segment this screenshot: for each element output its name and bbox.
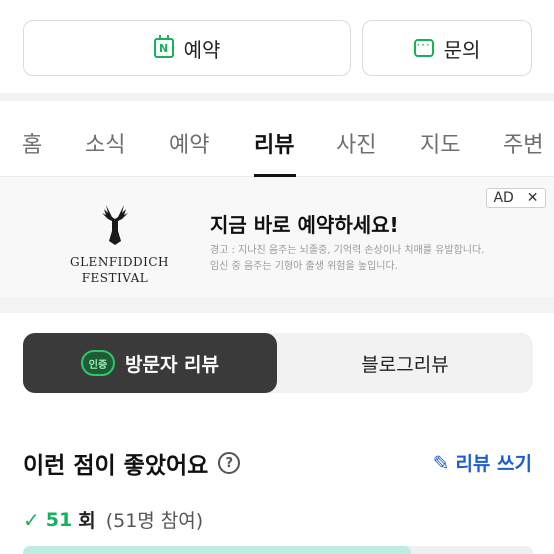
visitor-review-tab[interactable]: 인증 방문자 리뷰 <box>23 333 277 393</box>
tab-home[interactable]: 홈 <box>22 127 42 159</box>
ad-label: AD <box>493 190 514 206</box>
keyword-bar-fill <box>23 546 411 554</box>
naver-calendar-icon: N <box>153 35 174 58</box>
write-review-label: 리뷰 쓰기 <box>455 453 532 475</box>
inquiry-button-label: 문의 <box>443 37 481 62</box>
blog-review-tab[interactable]: 블로그리뷰 <box>277 333 533 393</box>
visitor-review-label: 방문자 리뷰 <box>124 353 219 376</box>
keyword-bar <box>23 546 533 554</box>
ad-close-icon[interactable]: ✕ <box>527 190 539 206</box>
section-title-text: 이런 점이 좋았어요 <box>23 453 209 479</box>
stag-icon <box>102 205 128 245</box>
tab-news[interactable]: 소식 <box>85 127 125 159</box>
section-title: 이런 점이 좋았어요 ? <box>23 446 241 480</box>
vote-count: 51 <box>45 508 73 531</box>
tab-reviews[interactable]: 리뷰 <box>254 127 294 159</box>
write-review-link[interactable]: ✎ 리뷰 쓰기 <box>433 449 532 476</box>
logo-text-line2: FESTIVAL <box>81 271 149 285</box>
reserve-button[interactable]: N 예약 <box>23 20 351 76</box>
place-page: N 예약 ··· 문의 홈 소식 예약 리뷰 사진 지도 주변 AD ✕ GLE… <box>0 0 554 554</box>
tab-map[interactable]: 지도 <box>420 127 460 159</box>
certified-badge-icon: 인증 <box>80 350 115 376</box>
ad-warning: 경고 : 지나친 음주는 뇌졸중, 기억력 손상이나 치매를 유발합니다. 임신… <box>210 243 530 275</box>
glenfiddich-logo: GLENFIDDICH FESTIVAL <box>70 201 170 285</box>
vote-count-unit: 회 <box>78 510 96 532</box>
ad-warning-line1: 경고 : 지나친 음주는 뇌졸중, 기억력 손상이나 치매를 유발합니다. <box>210 245 485 256</box>
ad-badge[interactable]: AD ✕ <box>486 188 546 208</box>
inquiry-button[interactable]: ··· 문의 <box>362 20 532 76</box>
pencil-icon: ✎ <box>432 450 450 475</box>
reserve-button-label: 예약 <box>183 37 221 62</box>
logo-text-line1: GLENFIDDICH <box>70 255 170 269</box>
review-type-toggle: 인증 방문자 리뷰 블로그리뷰 <box>23 333 533 393</box>
vote-count-row: ✓ 51 회 (51명 참여) <box>23 506 203 533</box>
tab-nearby[interactable]: 주변 <box>503 127 543 159</box>
tab-reservation[interactable]: 예약 <box>169 127 209 159</box>
blog-review-label: 블로그리뷰 <box>361 353 449 376</box>
help-icon[interactable]: ? <box>218 452 241 474</box>
ad-banner[interactable]: AD ✕ GLENFIDDICH FESTIVAL 지금 바로 예약하세요! 경… <box>0 177 554 299</box>
participant-count: (51명 참여) <box>105 510 204 532</box>
chat-bubble-icon: ··· <box>413 39 434 57</box>
place-tabs: 홈 소식 예약 리뷰 사진 지도 주변 <box>0 101 554 177</box>
tab-photos[interactable]: 사진 <box>336 127 376 159</box>
ad-warning-line2: 임신 중 음주는 기형아 출생 위험을 높입니다. <box>210 261 398 272</box>
ad-title: 지금 바로 예약하세요! <box>210 213 399 237</box>
check-icon: ✓ <box>23 507 40 532</box>
section-divider <box>0 93 554 101</box>
section-divider-2 <box>0 299 554 313</box>
action-row: N 예약 ··· 문의 <box>23 20 554 76</box>
